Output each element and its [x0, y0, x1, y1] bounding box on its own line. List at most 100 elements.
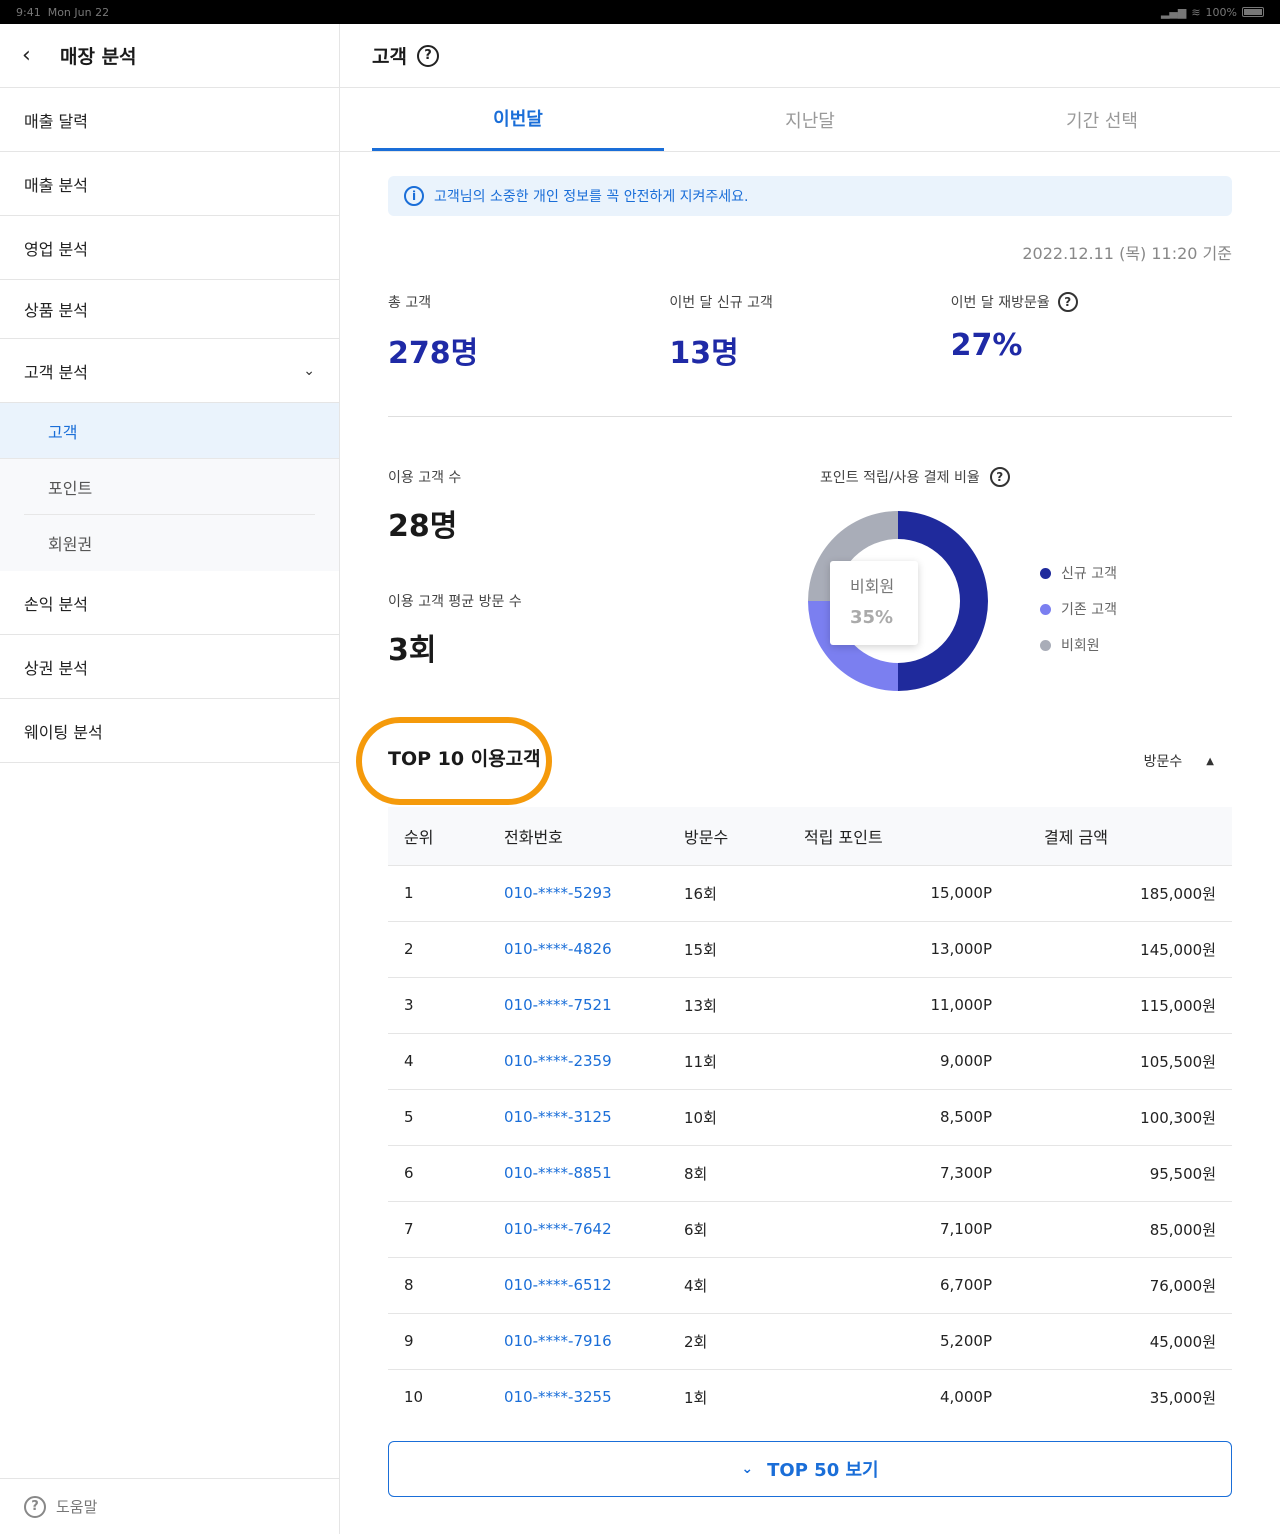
phone-link[interactable]: 010-****-7916 — [504, 1312, 684, 1369]
battery-percent: 100% — [1205, 5, 1237, 19]
legend-item: 기존 고객 — [1040, 591, 1117, 627]
legend-item: 비회원 — [1040, 627, 1117, 663]
phone-link[interactable]: 010-****-6512 — [504, 1256, 684, 1313]
column-header-visits: 방문수 — [684, 807, 804, 865]
rank-cell: 6 — [388, 1144, 504, 1201]
points-cell: 13,000P — [804, 920, 992, 977]
stat-total-customers: 총 고객 278명 — [388, 292, 669, 372]
points-cell: 7,100P — [804, 1200, 992, 1257]
sidebar-subitem-customer[interactable]: 고객 — [0, 403, 339, 459]
top50-button[interactable]: ⌄ TOP 50 보기 — [388, 1441, 1232, 1497]
stat-label: 이번 달 재방문율 — [950, 295, 1050, 311]
usage-count-label: 이용 고객 수 — [388, 470, 462, 486]
points-cell: 8,500P — [804, 1088, 992, 1145]
visits-cell: 1회 — [684, 1368, 804, 1425]
stat-value: 27% — [950, 328, 1023, 363]
phone-link[interactable]: 010-****-3125 — [504, 1088, 684, 1145]
amount-cell: 95,500원 — [992, 1144, 1232, 1201]
amount-cell: 35,000원 — [992, 1368, 1232, 1425]
table-row: 9 010-****-7916 2회 5,200P 45,000원 — [388, 1312, 1232, 1369]
sidebar-subitem-membership[interactable]: 회원권 — [24, 515, 315, 571]
table-row: 5 010-****-3125 10회 8,500P 100,300원 — [388, 1088, 1232, 1145]
usage-count: 이용 고객 수 28명 — [388, 467, 461, 545]
sidebar-item-profit-analysis[interactable]: 손익 분석 — [0, 571, 339, 635]
back-icon[interactable]: ‹ — [22, 43, 44, 68]
phone-link[interactable]: 010-****-5293 — [504, 864, 684, 921]
rank-cell: 9 — [388, 1312, 504, 1369]
tab-last-month[interactable]: 지난달 — [664, 88, 956, 151]
sidebar-item-sales-analysis[interactable]: 매출 분석 — [0, 152, 339, 216]
phone-link[interactable]: 010-****-3255 — [504, 1368, 684, 1425]
rank-cell: 1 — [388, 864, 504, 921]
top-customers-title: TOP 10 이용고객 — [388, 748, 541, 770]
status-bar: 9:41 Mon Jun 22 ▂▄▆ ≋ 100% — [0, 0, 1280, 24]
status-time: 9:41 — [16, 5, 41, 19]
tab-date-range[interactable]: 기간 선택 — [956, 88, 1248, 151]
main-panel: 고객 ? 이번달 지난달 기간 선택 i 고객님의 소중한 개인 정보를 꼭 안… — [340, 24, 1280, 1534]
rank-cell: 8 — [388, 1256, 504, 1313]
caret-up-icon: ▲ — [1206, 755, 1214, 767]
amount-cell: 45,000원 — [992, 1312, 1232, 1369]
sidebar-item-business-analysis[interactable]: 영업 분석 — [0, 216, 339, 280]
sidebar-item-area-analysis[interactable]: 상권 분석 — [0, 635, 339, 699]
sort-dropdown[interactable]: 방문수 ▲ — [1144, 751, 1214, 771]
column-header-points: 적립 포인트 — [804, 807, 992, 865]
legend-dot — [1040, 639, 1051, 651]
visits-cell: 8회 — [684, 1144, 804, 1201]
tab-this-month[interactable]: 이번달 — [372, 88, 664, 151]
sidebar-item-sales-calendar[interactable]: 매출 달력 — [0, 88, 339, 152]
visits-cell: 11회 — [684, 1032, 804, 1089]
period-tabs: 이번달 지난달 기간 선택 — [340, 88, 1280, 152]
stats-row: 총 고객 278명 이번 달 신규 고객 13명 이번 달 재방문율? 27% — [388, 292, 1232, 372]
phone-link[interactable]: 010-****-7642 — [504, 1200, 684, 1257]
help-icon[interactable]: ? — [1057, 292, 1078, 312]
rank-cell: 7 — [388, 1200, 504, 1257]
phone-link[interactable]: 010-****-8851 — [504, 1144, 684, 1201]
sidebar-header: ‹ 매장 분석 — [0, 24, 339, 88]
table-row: 4 010-****-2359 11회 9,000P 105,500원 — [388, 1032, 1232, 1089]
battery-icon — [1242, 7, 1264, 17]
stat-value: 13명 — [669, 336, 739, 371]
table-row: 10 010-****-3255 1회 4,000P 35,000원 — [388, 1368, 1232, 1425]
visits-cell: 4회 — [684, 1256, 804, 1313]
sidebar-item-label: 영업 분석 — [24, 239, 88, 259]
sidebar-item-waiting-analysis[interactable]: 웨이팅 분석 — [0, 699, 339, 763]
rank-cell: 5 — [388, 1088, 504, 1145]
amount-cell: 145,000원 — [992, 920, 1232, 977]
help-label: 도움말 — [56, 1498, 98, 1516]
table-row: 6 010-****-8851 8회 7,300P 95,500원 — [388, 1144, 1232, 1201]
usage-section: 이용 고객 수 28명 이용 고객 평균 방문 수 3회 포인트 적립/사용 결… — [388, 417, 1232, 717]
privacy-notice: i 고객님의 소중한 개인 정보를 꼭 안전하게 지켜주세요. — [388, 176, 1232, 216]
help-button[interactable]: ? 도움말 — [0, 1478, 339, 1534]
stat-new-customers: 이번 달 신규 고객 13명 — [669, 292, 950, 372]
timestamp: 2022.12.11 (목) 11:20 기준 — [1022, 244, 1232, 263]
sidebar-subitem-label: 포인트 — [48, 478, 93, 498]
sidebar-subitem-point[interactable]: 포인트 — [24, 459, 315, 515]
sidebar-subitem-label: 회원권 — [48, 535, 93, 554]
chart-tooltip: 비회원 35% — [830, 561, 918, 645]
help-icon[interactable]: ? — [989, 467, 1010, 487]
points-cell: 4,000P — [804, 1368, 992, 1425]
points-cell: 15,000P — [804, 864, 992, 921]
phone-link[interactable]: 010-****-2359 — [504, 1032, 684, 1089]
stat-value: 278명 — [388, 336, 479, 371]
phone-link[interactable]: 010-****-7521 — [504, 976, 684, 1033]
rank-cell: 10 — [388, 1368, 504, 1425]
notice-text: 고객님의 소중한 개인 정보를 꼭 안전하게 지켜주세요. — [434, 189, 749, 205]
visits-cell: 13회 — [684, 976, 804, 1033]
sidebar-item-label: 손익 분석 — [24, 594, 88, 614]
table-row: 2 010-****-4826 15회 13,000P 145,000원 — [388, 920, 1232, 977]
legend-dot — [1040, 603, 1051, 615]
usage-avg: 이용 고객 평균 방문 수 3회 — [388, 591, 522, 669]
chart-legend: 신규 고객 기존 고객 비회원 — [1040, 555, 1117, 663]
help-icon[interactable]: ? — [416, 44, 439, 67]
legend-item: 신규 고객 — [1040, 555, 1117, 591]
points-cell: 9,000P — [804, 1032, 992, 1089]
sidebar-item-customer-analysis[interactable]: 고객 분석 ⌄ — [0, 339, 339, 403]
amount-cell: 100,300원 — [992, 1088, 1232, 1145]
tooltip-value: 35% — [850, 607, 894, 628]
sidebar-item-product-analysis[interactable]: 상품 분석 — [0, 280, 339, 339]
stat-revisit-rate: 이번 달 재방문율? 27% — [951, 292, 1232, 372]
phone-link[interactable]: 010-****-4826 — [504, 920, 684, 977]
visits-cell: 16회 — [684, 864, 804, 921]
